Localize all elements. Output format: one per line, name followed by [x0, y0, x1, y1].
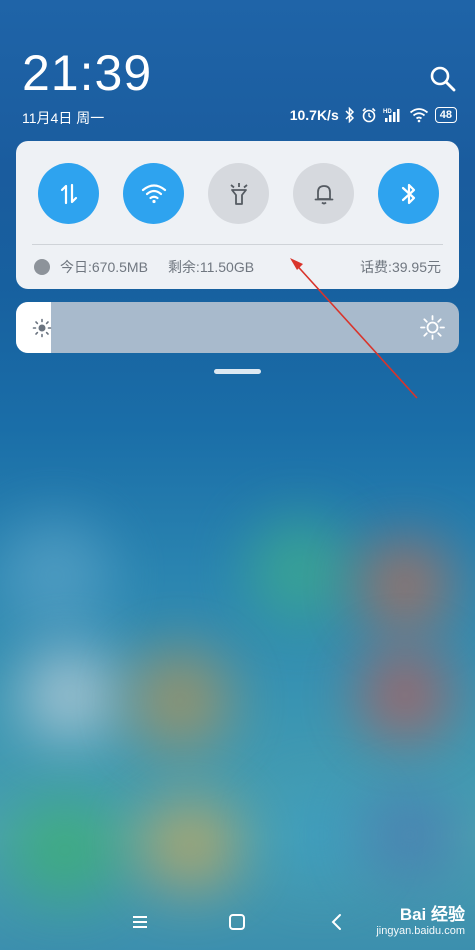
- annotation-arrow: [290, 258, 418, 399]
- watermark-brand: Bai 经验: [399, 905, 465, 924]
- menu-icon: [133, 916, 147, 928]
- home-button[interactable]: [225, 910, 251, 934]
- back-icon: [331, 914, 341, 930]
- home-icon: [229, 914, 245, 930]
- watermark: Bai 经验 jingyan.baidu.com: [376, 900, 465, 937]
- menu-button[interactable]: [128, 910, 154, 934]
- back-button[interactable]: [325, 910, 351, 934]
- watermark-url: jingyan.baidu.com: [376, 925, 465, 937]
